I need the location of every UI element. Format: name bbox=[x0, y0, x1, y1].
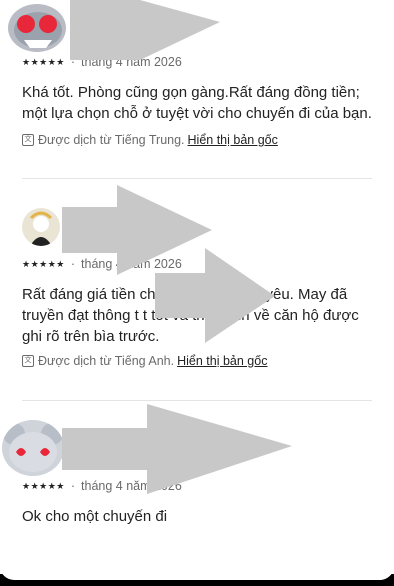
review-text: Khá tốt. Phòng cũng gọn gàng.Rất đáng đồ… bbox=[22, 84, 372, 122]
translate-icon: 文 bbox=[22, 134, 34, 146]
arrow-overlay bbox=[62, 404, 292, 494]
reviewer-avatar[interactable] bbox=[2, 420, 64, 476]
translated-from-label: Được dịch từ Tiếng Anh. bbox=[38, 354, 175, 368]
page-bottom bbox=[0, 560, 394, 580]
star-rating: ★★★★★ bbox=[22, 480, 65, 491]
review-text: Ok cho một chuyến đi bbox=[22, 508, 168, 525]
person-icon bbox=[29, 211, 53, 246]
translation-note: 文 Được dịch từ Tiếng Anh. Hiển thị bản g… bbox=[22, 354, 267, 368]
divider bbox=[22, 400, 372, 401]
translation-note: 文 Được dịch từ Tiếng Trung. Hiển thị bản… bbox=[22, 133, 278, 147]
translate-icon: 文 bbox=[22, 355, 34, 367]
translated-from-label: Được dịch từ Tiếng Trung. bbox=[38, 133, 185, 147]
reviewer-avatar[interactable] bbox=[22, 208, 60, 246]
arrow-overlay bbox=[155, 248, 275, 343]
arrow-overlay bbox=[70, 0, 220, 60]
star-rating: ★★★★★ bbox=[22, 56, 65, 67]
reviewer-avatar[interactable] bbox=[8, 4, 66, 52]
divider bbox=[22, 178, 372, 179]
shark-emoji-icon bbox=[14, 12, 62, 48]
star-rating: ★★★★★ bbox=[22, 258, 65, 269]
show-original-link[interactable]: Hiển thị bản gốc bbox=[177, 354, 267, 368]
mouse-emoji-icon bbox=[3, 423, 63, 472]
show-original-link[interactable]: Hiển thị bản gốc bbox=[188, 133, 278, 147]
